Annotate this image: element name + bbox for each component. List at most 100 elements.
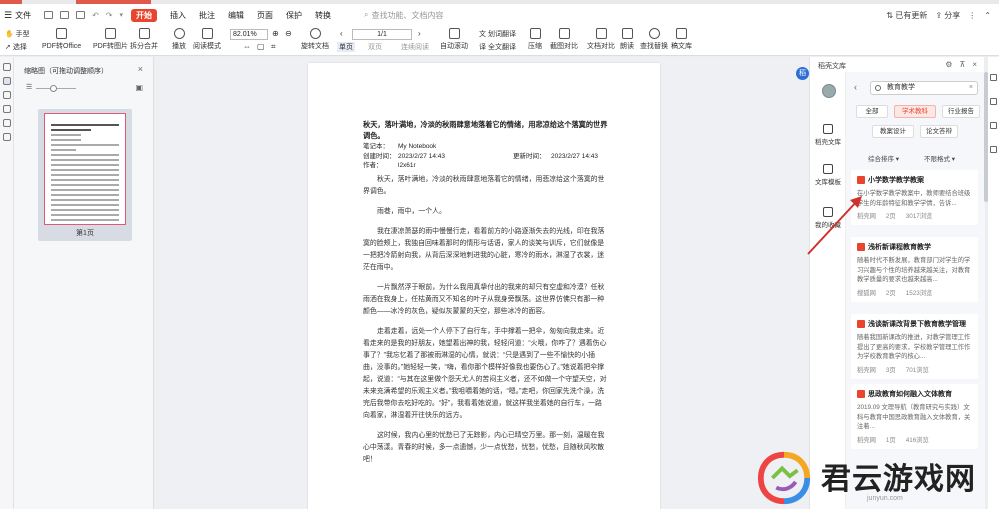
split-icon [138, 28, 150, 39]
filter-thesis[interactable]: 论文答辩 [920, 125, 958, 138]
settings-icon[interactable]: ⚙ [945, 60, 952, 69]
menu-edit[interactable]: 编辑 [228, 10, 244, 21]
library-search-input[interactable]: 教育教学 × [870, 81, 978, 95]
single-page-button[interactable]: 单页 [337, 42, 355, 52]
toolbar: ✋ 手型 ➚ 选择 PDF转Office PDF转图片 拆分合并 播放 阅读模式… [0, 26, 999, 56]
auto-scroll-button[interactable]: 自动滚动 [440, 28, 468, 51]
more-icon[interactable]: ⋮ [968, 11, 976, 20]
read-mode-button[interactable]: 阅读模式 [193, 28, 221, 51]
filter-industry[interactable]: 行业报告 [942, 105, 980, 118]
translate-button[interactable]: 文 划词翻译 [479, 29, 516, 39]
back-icon[interactable]: ‹ [854, 82, 857, 92]
pdf-to-office-button[interactable]: PDF转Office [42, 28, 81, 51]
card-views: 701浏览 [905, 366, 929, 374]
function-search[interactable]: ⌕ 查找功能、文档内容 [364, 10, 443, 21]
note-metadata: 笔记本： My Notebook 创建时间： 2023/2/27 14:43 更新时间… [363, 142, 613, 171]
page-input[interactable]: 1/1 [352, 29, 412, 40]
menu-convert[interactable]: 转换 [315, 10, 331, 21]
sort-select[interactable]: 综合排序 ▾ [868, 153, 899, 163]
undo-icon[interactable]: ↶ [92, 11, 99, 20]
continuous-button[interactable]: 连续阅读 [401, 42, 429, 52]
result-card[interactable]: 小学数学教学教案 在小学数学教学教案中，教师要结合班级学生的年龄特征和教学学情，… [851, 170, 978, 225]
comment-icon[interactable] [2, 91, 11, 99]
panel-title: 稻壳文库 [818, 63, 846, 70]
prev-page-icon[interactable]: ‹ [340, 29, 343, 38]
split-merge-button[interactable]: 拆分合并 [130, 28, 158, 51]
close-panel-icon[interactable]: × [972, 60, 977, 69]
compress-button[interactable]: 压缩 [528, 28, 542, 51]
double-label: 双页 [368, 44, 382, 51]
print-icon[interactable] [76, 11, 86, 19]
share-button[interactable]: ⇪ 分享 [935, 10, 960, 21]
thumbnail-size-slider[interactable] [36, 85, 76, 92]
find-replace-button[interactable]: 查找替换 [640, 28, 668, 51]
page-thumbnail[interactable]: 第1页 [38, 109, 132, 241]
expand-icon[interactable] [990, 146, 997, 153]
crop-icon[interactable]: ⌗ [271, 42, 276, 52]
library-badge-icon[interactable]: 稻 [796, 67, 809, 80]
close-icon[interactable]: × [138, 64, 143, 74]
ai-icon[interactable] [990, 98, 997, 105]
full-translate-button[interactable]: 译 全文翻译 [479, 42, 516, 52]
settings-rail-icon[interactable] [990, 122, 997, 129]
panel-body: ‹ 教育教学 × 全部 学术教科 行业报告 教案设计 论文答辩 综合排序 ▾ 不… [846, 72, 985, 509]
zoom-select[interactable]: 82.01% [230, 29, 268, 40]
signature-icon[interactable] [2, 119, 11, 127]
slider-knob[interactable] [50, 85, 57, 92]
result-card[interactable]: 浅析新课程教育教学 随着时代不断发展，教育部门对学生的学习兴趣与个性的培养越来越… [851, 237, 978, 302]
pin-icon[interactable]: ⊼ [959, 60, 965, 69]
bookmark-icon[interactable] [2, 63, 11, 71]
full-translate-icon: 译 [479, 44, 486, 51]
list-icon[interactable]: ☰ [26, 83, 32, 91]
play-button[interactable]: 播放 [172, 28, 186, 51]
fit-width-icon[interactable]: ⇔ [243, 42, 251, 51]
hamburger-icon[interactable]: ☰ [4, 10, 12, 21]
nav-library[interactable]: 稻壳文库 [812, 124, 844, 146]
sync-status[interactable]: ⇅ 已有更新 [886, 10, 927, 21]
image-icon[interactable]: ▣ [135, 83, 143, 92]
filter-lesson[interactable]: 教案设计 [872, 125, 914, 138]
filter-academic[interactable]: 学术教科 [894, 105, 936, 118]
menu-insert[interactable]: 插入 [170, 10, 186, 21]
next-page-icon[interactable]: › [418, 29, 421, 38]
collapse-icon[interactable]: ⌃ [984, 11, 991, 20]
card-title: 思政教育如何融入文体教育 [857, 389, 972, 399]
hand-tool[interactable]: ✋ 手型 [5, 29, 30, 39]
card-views: 1523浏览 [905, 289, 933, 297]
card-views: 3017浏览 [905, 213, 933, 220]
paragraph: 秋天，落叶满地，冷淡的秋雨肆意地落着它的情绪，用悲凉给这个落寞的世界调色。 [363, 176, 605, 195]
nav-templates[interactable]: 文库模板 [812, 164, 844, 186]
rotate-button[interactable]: 旋转文档 [301, 28, 329, 51]
chevron-down-icon[interactable]: ▾ [119, 11, 123, 19]
thumbnail-icon[interactable] [2, 77, 11, 85]
nav-favorites[interactable]: 我的收藏 [812, 207, 844, 229]
result-card[interactable]: 浅谈新课改背景下教育教学管理 随着我国新课改的推进，对教学管理工作提出了更高的要… [851, 314, 978, 379]
zoom-in-icon[interactable]: ⊕ [272, 29, 279, 38]
redo-icon[interactable]: ↷ [106, 11, 113, 20]
menu-start[interactable]: 开始 [131, 8, 157, 22]
select-tool[interactable]: ➚ 选择 [5, 42, 27, 52]
zoom-icon[interactable] [990, 74, 997, 81]
menu-page[interactable]: 页面 [257, 10, 273, 21]
fit-page-icon[interactable]: ▢ [257, 42, 265, 51]
layers-icon[interactable] [2, 133, 11, 141]
avatar[interactable] [822, 84, 836, 98]
menu-comment[interactable]: 批注 [199, 10, 215, 21]
menu-protect[interactable]: 保护 [286, 10, 302, 21]
filter-all[interactable]: 全部 [856, 105, 888, 118]
doc-compare-button[interactable]: 文档对比 [587, 28, 615, 51]
attachment-icon[interactable] [2, 105, 11, 113]
zoom-out-icon[interactable]: ⊖ [285, 29, 292, 38]
screenshot-compare-button[interactable]: 截图对比 [550, 28, 578, 51]
library-button[interactable]: 稿文库 [671, 28, 692, 51]
pdf-to-image-button[interactable]: PDF转图片 [93, 28, 128, 51]
result-card[interactable]: 思政教育如何融入文体教育 2019.09 文理导航（教育研究与实践）文科与教育中… [851, 384, 978, 449]
clear-icon[interactable]: × [969, 82, 973, 94]
save-icon[interactable] [60, 11, 70, 19]
double-page-button[interactable]: 双页 [368, 42, 382, 52]
thumbnail-title: 缩略图（可拖动调整顺序） [24, 68, 108, 75]
open-icon[interactable] [44, 11, 54, 19]
menu-file[interactable]: 文件 [15, 10, 31, 21]
read-aloud-button[interactable]: 朗读 [620, 28, 634, 51]
format-select[interactable]: 不限格式 ▾ [924, 153, 955, 163]
